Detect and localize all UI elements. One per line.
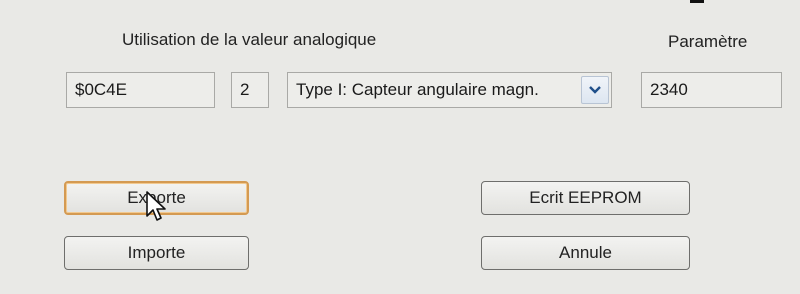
parameter-value-field[interactable]: 2340 (641, 72, 782, 108)
address-field[interactable]: $0C4E (66, 72, 215, 108)
dropdown-arrow-button[interactable] (581, 76, 609, 104)
type-select[interactable]: Type I: Capteur angulaire magn. (287, 72, 612, 108)
cancel-button[interactable]: Annule (481, 236, 690, 270)
type-select-value: Type I: Capteur angulaire magn. (296, 80, 539, 99)
import-button[interactable]: Importe (64, 236, 249, 270)
parameter-label: Paramètre (668, 32, 748, 51)
write-eeprom-button[interactable]: Ecrit EEPROM (481, 181, 690, 215)
mouse-pointer-icon (146, 191, 166, 221)
window-edge-mark (690, 0, 704, 3)
index-field[interactable]: 2 (231, 72, 269, 108)
chevron-down-icon (589, 86, 601, 94)
analog-value-label: Utilisation de la valeur analogique (122, 30, 377, 49)
